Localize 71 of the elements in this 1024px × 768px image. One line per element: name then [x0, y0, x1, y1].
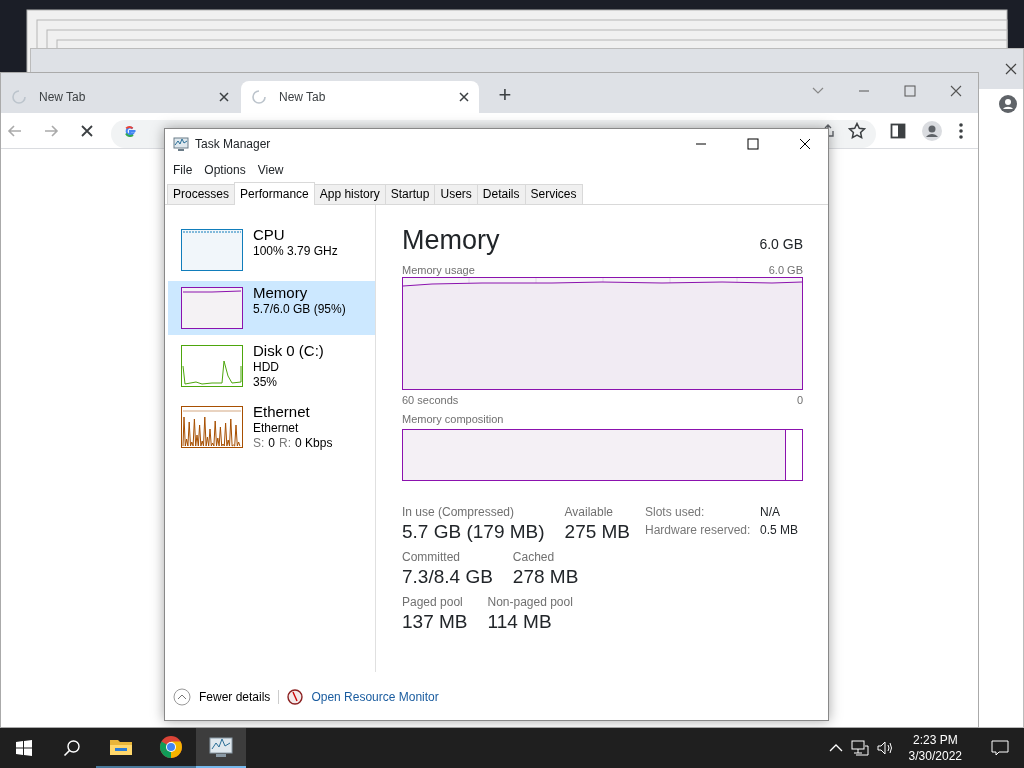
stat-label: Cached	[512, 550, 556, 565]
close-icon[interactable]	[459, 92, 469, 102]
resource-item[interactable]: Disk 0 (C:) HDD 35%	[168, 339, 375, 396]
gauge-icon	[287, 689, 304, 705]
resource-item[interactable]: Memory 5.7/6.0 GB (95%)	[168, 281, 375, 335]
search-engine-icon	[123, 123, 137, 138]
window-title: Task Manager	[195, 136, 272, 153]
search-icon[interactable]	[63, 739, 81, 757]
tab[interactable]: Performance	[234, 182, 315, 205]
browser-tab[interactable]: New Tab	[241, 81, 479, 113]
loading-icon	[251, 89, 267, 105]
menu-item[interactable]: File	[167, 161, 199, 179]
task-manager-icon	[209, 736, 233, 758]
maximize-icon[interactable]	[904, 85, 916, 97]
side-panel-icon[interactable]	[890, 122, 906, 139]
star-icon[interactable]	[848, 121, 866, 140]
browser-icon	[159, 735, 183, 759]
stat-value: 0.5 MB	[760, 523, 798, 538]
chevron-up-icon[interactable]	[828, 743, 843, 753]
stat-label: In use (Compressed)	[402, 505, 516, 520]
stat-value: 137 MB	[402, 610, 468, 634]
maximize-icon[interactable]	[744, 135, 762, 153]
tab[interactable]: Services	[524, 184, 583, 204]
axis-label: 60 seconds	[402, 393, 459, 407]
chart-label: Memory usage	[402, 263, 475, 277]
network-icon[interactable]	[850, 740, 869, 756]
chart-label: Memory composition	[402, 412, 504, 426]
resource-monitor-link[interactable]: Open Resource Monitor	[311, 688, 439, 706]
tab[interactable]: Processes	[167, 184, 236, 204]
fewer-details-button[interactable]: Fewer details	[173, 688, 271, 706]
axis-label: 6.0 GB	[768, 263, 803, 277]
new-tab-button[interactable]: +	[493, 83, 517, 107]
menu-item[interactable]: Options	[198, 161, 252, 179]
stat-value: 275 MB	[564, 520, 631, 544]
stat-label: Available	[564, 505, 615, 520]
tab[interactable]: Details	[476, 184, 526, 204]
menu-item[interactable]: View	[251, 161, 290, 179]
stat-label: Paged pool	[402, 595, 464, 610]
profile-icon[interactable]	[922, 120, 942, 141]
close-icon[interactable]	[219, 92, 229, 102]
axis-label: 0	[796, 393, 803, 407]
total-memory: 6.0 GB	[759, 235, 803, 254]
close-icon[interactable]	[1005, 63, 1017, 75]
browser-tab[interactable]: New Tab	[1, 81, 239, 113]
stat-label: Slots used:	[645, 505, 706, 520]
task-manager-icon	[173, 136, 189, 152]
chevron-down-icon[interactable]	[812, 87, 824, 95]
panel-title: Memory	[402, 225, 500, 255]
tab[interactable]: Startup	[384, 184, 436, 204]
clock[interactable]: 2:23 PM 3/30/2022	[902, 732, 968, 764]
stat-value: 5.7 GB (179 MB)	[402, 520, 545, 544]
notification-icon[interactable]	[991, 740, 1009, 756]
folder-icon	[109, 737, 133, 757]
stat-label: Non-paged pool	[487, 595, 573, 610]
stat-value: N/A	[760, 505, 781, 520]
stat-value: 278 MB	[512, 565, 579, 589]
windows-icon[interactable]	[16, 740, 32, 756]
collapse-icon	[173, 688, 191, 706]
menu-icon[interactable]	[958, 121, 964, 140]
resource-item[interactable]: Ethernet Ethernet S: 0 R: 0 Kbps	[168, 400, 375, 457]
tab[interactable]: Users	[434, 184, 478, 204]
stat-label: Committed	[402, 550, 461, 565]
taskbar-app[interactable]	[196, 728, 246, 768]
tab[interactable]: App history	[313, 184, 386, 204]
volume-icon[interactable]	[876, 740, 895, 756]
profile-icon[interactable]	[999, 95, 1017, 113]
stat-label: Hardware reserved:	[645, 523, 752, 538]
resource-item[interactable]: CPU 100% 3.79 GHz	[168, 223, 375, 277]
loading-icon	[11, 89, 27, 105]
stat-value: 114 MB	[487, 610, 553, 634]
stat-value: 7.3/8.4 GB	[402, 565, 493, 589]
